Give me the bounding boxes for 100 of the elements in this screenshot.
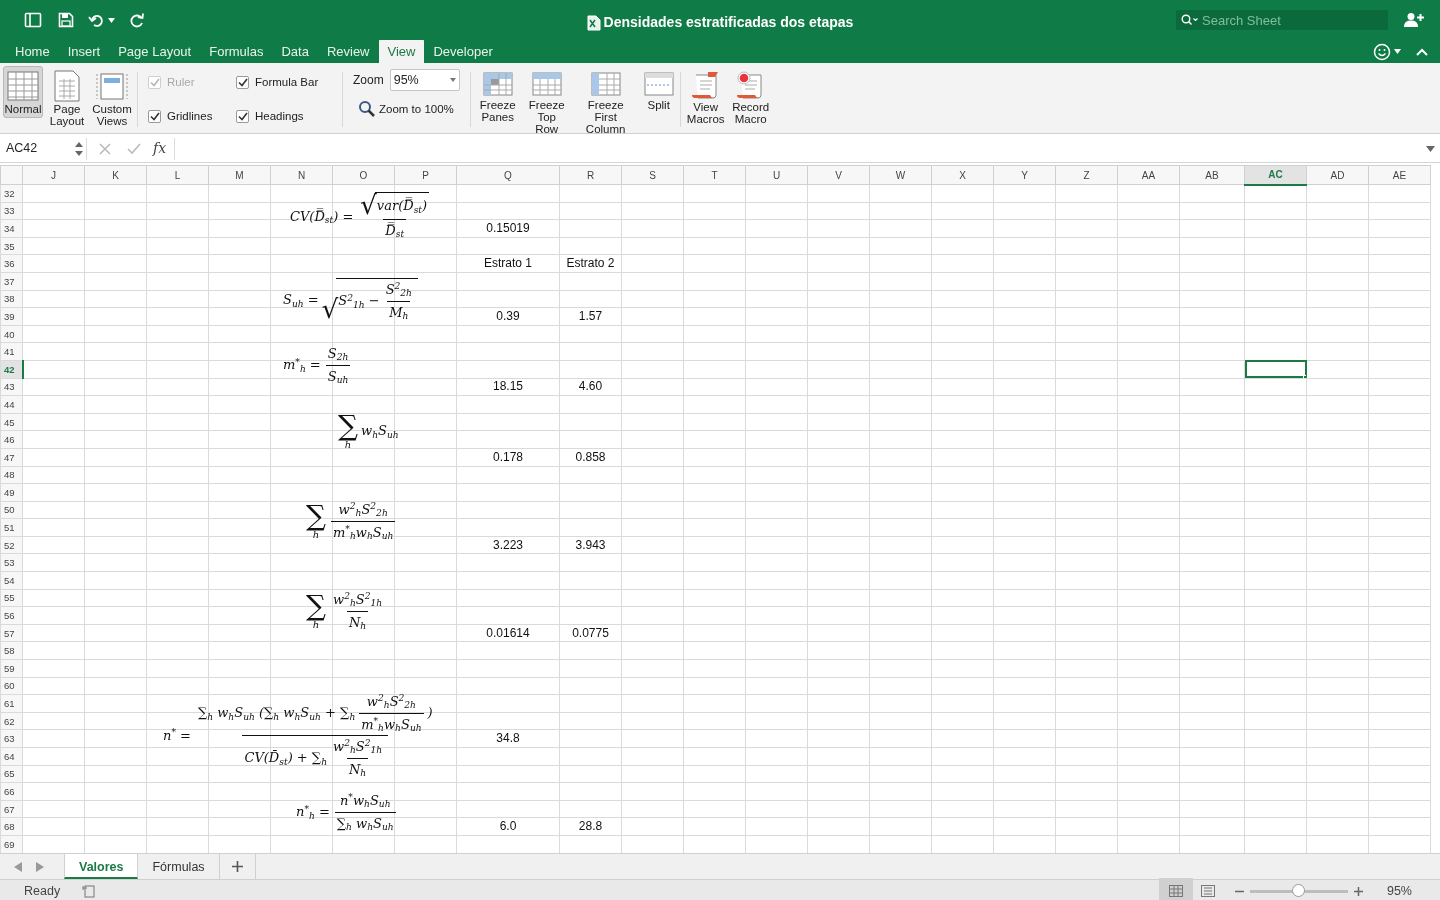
add-person-icon[interactable] [1404,12,1424,28]
window-title: Densidades estratificadas dos etapas [603,13,854,32]
ribbon-button[interactable]: Freeze Panes [474,66,521,126]
freeze-column-icon [589,69,622,99]
ribbon-button[interactable]: Record Macro [729,66,772,128]
name-box[interactable]: AC42 [0,139,86,158]
zoom-slider-thumb[interactable] [1292,884,1305,897]
column-header[interactable]: X [931,165,994,185]
status-text: Ready [24,882,61,900]
ribbon-tab[interactable]: View [378,38,425,63]
ribbon-button[interactable]: Split [641,66,676,114]
selected-cell[interactable] [1244,360,1307,379]
ribbon-button[interactable]: Custom Views [91,66,133,130]
grid-sheet-icon [6,69,40,103]
caret-icon[interactable] [108,17,115,23]
page-icon [52,69,82,103]
smiley-icon[interactable] [1373,42,1391,61]
ribbon-tab[interactable]: Home [6,38,59,63]
table-cell: 3.943 [559,536,622,554]
ribbon-tab[interactable]: Developer [424,38,502,63]
search-field[interactable]: Search Sheet [1176,10,1388,30]
normal-view-icon[interactable] [1168,885,1183,898]
column-header[interactable]: O [332,165,395,185]
ribbon-tab[interactable]: Page Layout [109,38,201,63]
table-cell: 0.01614 [456,624,560,642]
table-cell: 18.15 [456,378,560,396]
ribbon-button[interactable]: Page Layout [46,66,88,130]
macro-record-icon[interactable] [82,884,97,898]
spreadsheet-icon [586,14,601,31]
sidebar-icon[interactable] [24,12,42,28]
column-header[interactable]: N [270,165,333,185]
magnifier-icon [358,100,376,118]
column-header[interactable]: AE [1368,165,1431,185]
checkbox[interactable] [236,76,249,89]
column-header[interactable]: K [84,165,147,185]
collapse-icon[interactable] [1416,47,1428,56]
column-header[interactable]: S [621,165,684,185]
column-header[interactable]: J [22,165,85,185]
search-icon[interactable] [1181,14,1199,26]
equation: ∑ h w$_{h}$S$_{uh}$ [338,412,399,450]
table-cell: 6.0 [456,817,560,836]
table-cell: 4.60 [559,378,622,396]
column-header[interactable]: Z [1055,165,1118,185]
column-header[interactable]: R [559,165,622,185]
column-header[interactable]: P [394,165,457,185]
function-button[interactable]: fx [153,138,167,159]
zoom-percentage: 95% [1386,882,1412,900]
zoom-reset-button[interactable]: Zoom to 100% [353,97,460,121]
ribbon-button[interactable]: Normal [3,66,43,118]
table-cell: 0.178 [456,448,560,466]
check-icon[interactable] [127,142,141,155]
table-cell: 0.0775 [559,624,622,642]
column-header[interactable]: Q [456,165,560,185]
column-header[interactable]: AC [1244,165,1307,185]
checkbox-label: Ruler [167,74,195,90]
table-cell: 1.57 [559,307,622,326]
caret-icon[interactable] [1394,49,1401,54]
plus-icon [231,861,243,872]
ribbon-tab[interactable]: Data [272,38,318,63]
column-header[interactable]: Y [993,165,1056,185]
checkbox-label: Headings [255,108,304,124]
freeze-panes-icon [481,69,514,99]
plus-icon[interactable] [1353,886,1363,896]
save-icon[interactable] [58,12,74,28]
redo-icon[interactable] [129,12,145,28]
table-cell: 0.858 [559,448,622,466]
checkbox[interactable] [236,110,249,123]
freeze-row-icon [530,69,563,99]
split-window-icon [642,69,675,99]
table-cell: 34.8 [456,729,560,748]
column-header[interactable]: M [208,165,271,185]
table-cell: 0.15019 [456,219,560,238]
column-header[interactable]: T [683,165,746,185]
ribbon-button[interactable]: View Macros [684,66,727,128]
column-header[interactable]: V [807,165,870,185]
page-layout-icon[interactable] [1200,885,1215,897]
table-cell: 3.223 [456,536,560,554]
ribbon-tab[interactable]: Formulas [200,38,273,63]
equation: n$^{*}$$_{h}$ = n$^{*}$w$_{h}$S$_{uh}$ ∑$_{h}$ w$_{h}$S$_{uh}$ [296,791,397,833]
column-header[interactable]: AD [1306,165,1369,185]
checkbox-label: Formula Bar [255,74,319,90]
ribbon-tab[interactable]: Review [317,38,379,63]
caret-icon[interactable] [1426,145,1435,152]
caret-icon [449,78,456,82]
table-cell: Estrato 2 [559,254,622,273]
sheet-tab[interactable]: Valores [64,854,139,879]
column-header[interactable]: AB [1179,165,1245,185]
table-cell: 28.8 [559,817,622,836]
column-header[interactable]: W [869,165,932,185]
column-header[interactable]: U [745,165,808,185]
undo-icon[interactable] [88,12,106,28]
checkbox[interactable] [148,110,161,123]
column-header[interactable]: AA [1117,165,1180,185]
table-cell: Estrato 1 [456,254,560,273]
checkbox-label: Gridlines [167,108,213,124]
zoom-label: Zoom [353,72,384,89]
zoom-dropdown[interactable]: 95% [389,69,460,91]
ribbon-tab[interactable]: Insert [58,38,110,63]
stepper-icon [75,141,83,156]
column-header[interactable]: L [146,165,209,185]
